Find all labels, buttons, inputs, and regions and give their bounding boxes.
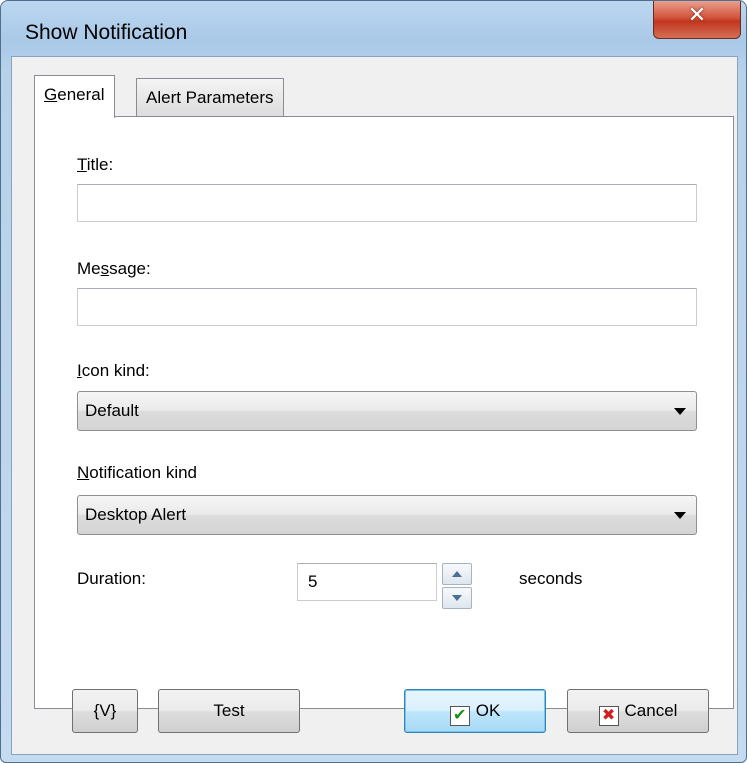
cancel-x-icon: ✖ — [598, 706, 619, 726]
duration-unit-label: seconds — [519, 569, 583, 588]
title-label: Title: — [77, 155, 114, 174]
notification-kind-value: Desktop Alert — [85, 505, 187, 524]
duration-input[interactable]: 5 — [297, 563, 437, 601]
tab-alert-parameters[interactable]: Alert Parameters — [136, 78, 284, 116]
ok-button[interactable]: ✔ OK — [404, 689, 546, 733]
tab-general[interactable]: General — [34, 75, 115, 118]
ok-label: OK — [475, 701, 501, 720]
close-button[interactable]: ✕ — [653, 1, 741, 39]
icon-kind-label: Icon kind: — [77, 361, 150, 380]
cancel-label: Cancel — [624, 701, 678, 720]
spin-down-icon[interactable] — [442, 587, 472, 609]
window-title: Show Notification — [25, 21, 188, 44]
cancel-button[interactable]: ✖ Cancel — [567, 689, 709, 733]
tab-general-label: eneral — [57, 85, 105, 104]
dialog-window: Show Notification ✕ General Alert Parame… — [0, 0, 747, 763]
test-button[interactable]: Test — [158, 689, 300, 733]
chevron-down-icon — [674, 408, 686, 415]
tab-general-mnemonic: G — [44, 85, 58, 104]
notification-kind-select[interactable]: Desktop Alert — [77, 495, 697, 535]
notification-kind-label: Notification kind — [77, 463, 198, 482]
close-icon: ✕ — [687, 3, 707, 28]
chevron-down-icon — [674, 512, 686, 519]
message-label: Message: — [77, 259, 151, 278]
general-tab-panel: Title: Message: Icon kind: Default Notif… — [34, 116, 734, 709]
dialog-client-area: General Alert Parameters Title: Message:… — [11, 56, 738, 755]
icon-kind-value: Default — [85, 401, 139, 420]
duration-label: Duration: — [77, 569, 146, 588]
title-input[interactable] — [77, 184, 697, 222]
duration-spinner[interactable] — [442, 563, 472, 609]
icon-kind-select[interactable]: Default — [77, 391, 697, 431]
spin-up-icon[interactable] — [442, 563, 472, 585]
checkmark-icon: ✔ — [449, 706, 470, 726]
tab-alert-parameters-label: Alert Parameters — [146, 88, 274, 107]
message-input[interactable] — [77, 288, 697, 326]
variables-button[interactable]: {V} — [72, 689, 138, 733]
